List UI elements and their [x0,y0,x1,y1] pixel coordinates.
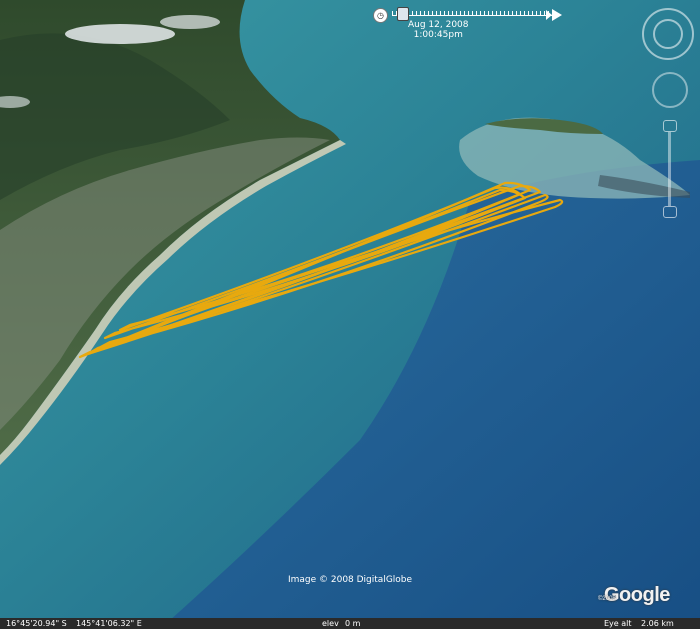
map-view[interactable] [0,0,700,629]
look-ring-icon[interactable] [652,72,688,108]
imagery-attribution: Image © 2008 DigitalGlobe [287,575,413,585]
google-logo: ©2008 Google [598,584,670,607]
clock-icon[interactable]: ◷ [373,8,388,23]
zoom-out-button[interactable] [663,206,677,218]
time-slider[interactable]: ◷ Aug 12, 2008 1:00:45pm [370,4,570,42]
longitude-readout: 145°41'06.32" E [76,619,142,628]
zoom-in-button[interactable] [663,120,677,132]
logo-year: ©2008 [598,596,616,602]
zoom-slider-icon[interactable] [663,120,677,218]
cloud [65,24,175,44]
time-date: Aug 12, 2008 [408,20,469,30]
navigation-ring-inner[interactable] [653,19,683,49]
time-clock: 1:00:45pm [413,30,463,40]
eye-altitude-value: 2.06 km [641,619,674,628]
time-track[interactable] [392,15,552,16]
logo-text: Google [604,584,670,606]
navigation-ring-icon[interactable] [642,8,694,60]
earth-viewer[interactable]: ◷ Aug 12, 2008 1:00:45pm Image © 2008 Di… [0,0,700,629]
eye-altitude-label: Eye alt [604,619,632,628]
time-label: Aug 12, 2008 1:00:45pm [408,20,469,40]
status-bar: 16°45'20.94" S 145°41'06.32" E elev 0 m … [0,618,700,629]
play-icon[interactable] [552,9,562,21]
zoom-bar[interactable] [668,132,671,206]
cloud [160,15,220,29]
time-slider-thumb[interactable] [397,7,409,21]
elevation-label: elev [322,619,339,628]
elevation-value: 0 m [345,619,361,628]
latitude-readout: 16°45'20.94" S [6,619,67,628]
